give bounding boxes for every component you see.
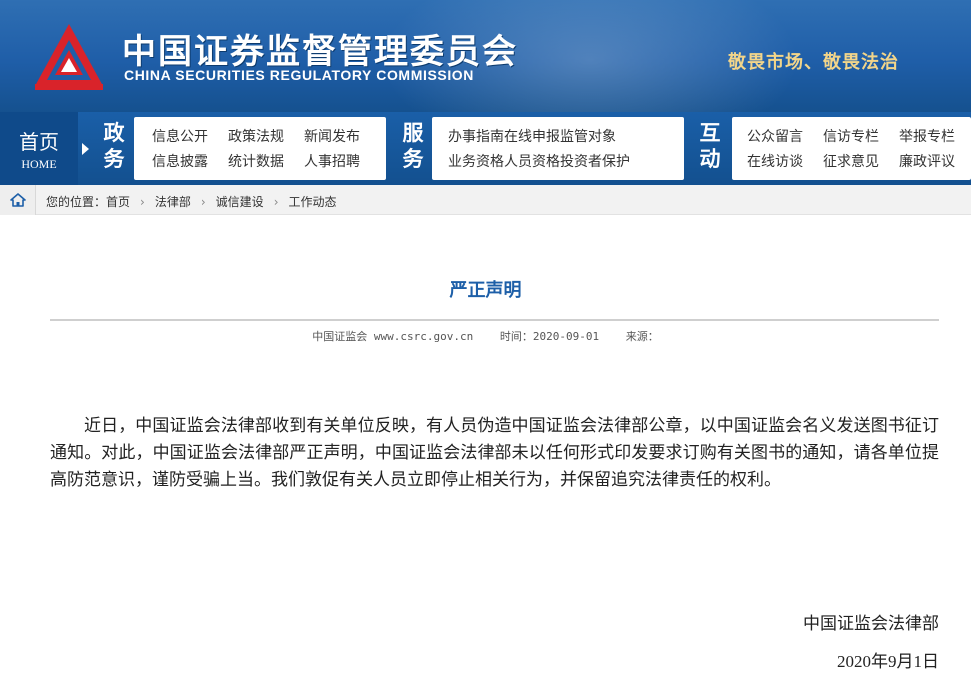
breadcrumb-item-home[interactable]: 首页 [106,195,130,209]
breadcrumb-separator: › [140,195,145,209]
breadcrumb-item-integrity[interactable]: 诚信建设 [216,195,264,209]
site-header: 中国证券监督管理委员会 CHINA SECURITIES REGULATORY … [0,0,971,112]
article-time: 时间：2020-09-01 [499,330,600,343]
breadcrumb-separator: › [273,195,279,209]
nav-link-news[interactable]: 新闻发布 [304,126,360,146]
nav-link-report[interactable]: 举报专栏 [899,126,955,146]
nav-link-guide[interactable]: 办事指南 [448,126,504,146]
nav-link-statistics[interactable]: 统计数据 [228,151,284,171]
breadcrumb-trail: 您的位置：首页 › 法律部 › 诚信建设 › 工作动态 [46,193,337,210]
nav-group-service-label: 服务 [400,120,426,172]
article-meta: 中国证监会 www.csrc.gov.cn 时间：2020-09-01 来源： [0,328,971,344]
nav-link-policy[interactable]: 政策法规 [228,126,284,146]
nav-link-online-filing[interactable]: 在线申报 [504,126,560,146]
breadcrumb-separator: › [200,195,206,209]
nav-link-integrity[interactable]: 廉政评议 [899,151,955,171]
nav-link-recruitment[interactable]: 人事招聘 [304,151,360,171]
breadcrumb-prefix: 您的位置： [46,195,107,209]
main-nav: 首页 HOME 政务 信息公开 政策法规 新闻发布 信息披露 统计数据 人事招聘… [0,112,971,185]
site-title-en[interactable]: CHINA SECURITIES REGULATORY COMMISSION [124,67,474,83]
nav-group-interact-text: 互动 [699,120,721,171]
nav-link-business-qual[interactable]: 业务资格 [448,151,504,171]
nav-group-gov-text: 政务 [103,120,125,171]
breadcrumb-home-button[interactable] [0,185,36,215]
article-source: 中国证监会 www.csrc.gov.cn [312,330,474,343]
nav-box-gov: 信息公开 政策法规 新闻发布 信息披露 统计数据 人事招聘 [134,117,386,180]
breadcrumb: 您的位置：首页 › 法律部 › 诚信建设 › 工作动态 [0,185,971,215]
nav-home-button[interactable]: 首页 HOME [0,112,78,185]
nav-link-message[interactable]: 公众留言 [747,126,803,146]
nav-group-gov-label: 政务 [101,120,127,172]
article-origin: 来源： [625,330,659,343]
home-icon [10,193,26,207]
title-divider [50,319,939,321]
breadcrumb-item-legal-dept[interactable]: 法律部 [155,195,191,209]
nav-link-info-public[interactable]: 信息公开 [152,126,208,146]
breadcrumb-item-work-news[interactable]: 工作动态 [289,195,337,209]
nav-link-petition[interactable]: 信访专栏 [823,126,879,146]
nav-home-label: 首页 [19,130,59,154]
nav-box-interact: 公众留言 信访专栏 举报专栏 在线访谈 征求意见 廉政评议 [732,117,971,180]
nav-link-consultation[interactable]: 征求意见 [823,151,879,171]
nav-group-interact-label: 互动 [697,120,723,172]
csrc-logo-icon[interactable] [33,22,105,92]
nav-box-service: 办事指南 在线申报 监管对象 业务资格 人员资格 投资者保护 [432,117,684,180]
nav-link-disclosure[interactable]: 信息披露 [152,151,208,171]
article-date: 2020年9月1日 [837,652,939,671]
nav-home-label-en: HOME [21,157,57,171]
nav-link-staff-qual[interactable]: 人员资格 [504,151,560,171]
article-signature: 中国证监会法律部 [803,614,939,634]
article-title: 严正声明 [449,280,522,301]
nav-arrow-icon [82,143,89,155]
nav-group-service-text: 服务 [402,120,424,171]
header-slogan: 敬畏市场、敬畏法治 [728,52,899,73]
site-title-cn[interactable]: 中国证券监督管理委员会 [122,24,518,73]
nav-link-investor[interactable]: 投资者保护 [560,151,630,171]
nav-link-interview[interactable]: 在线访谈 [747,151,803,171]
article-body: 近日，中国证监会法律部收到有关单位反映，有人员伪造中国证监会法律部公章，以中国证… [50,416,939,490]
nav-link-supervised[interactable]: 监管对象 [560,126,616,146]
